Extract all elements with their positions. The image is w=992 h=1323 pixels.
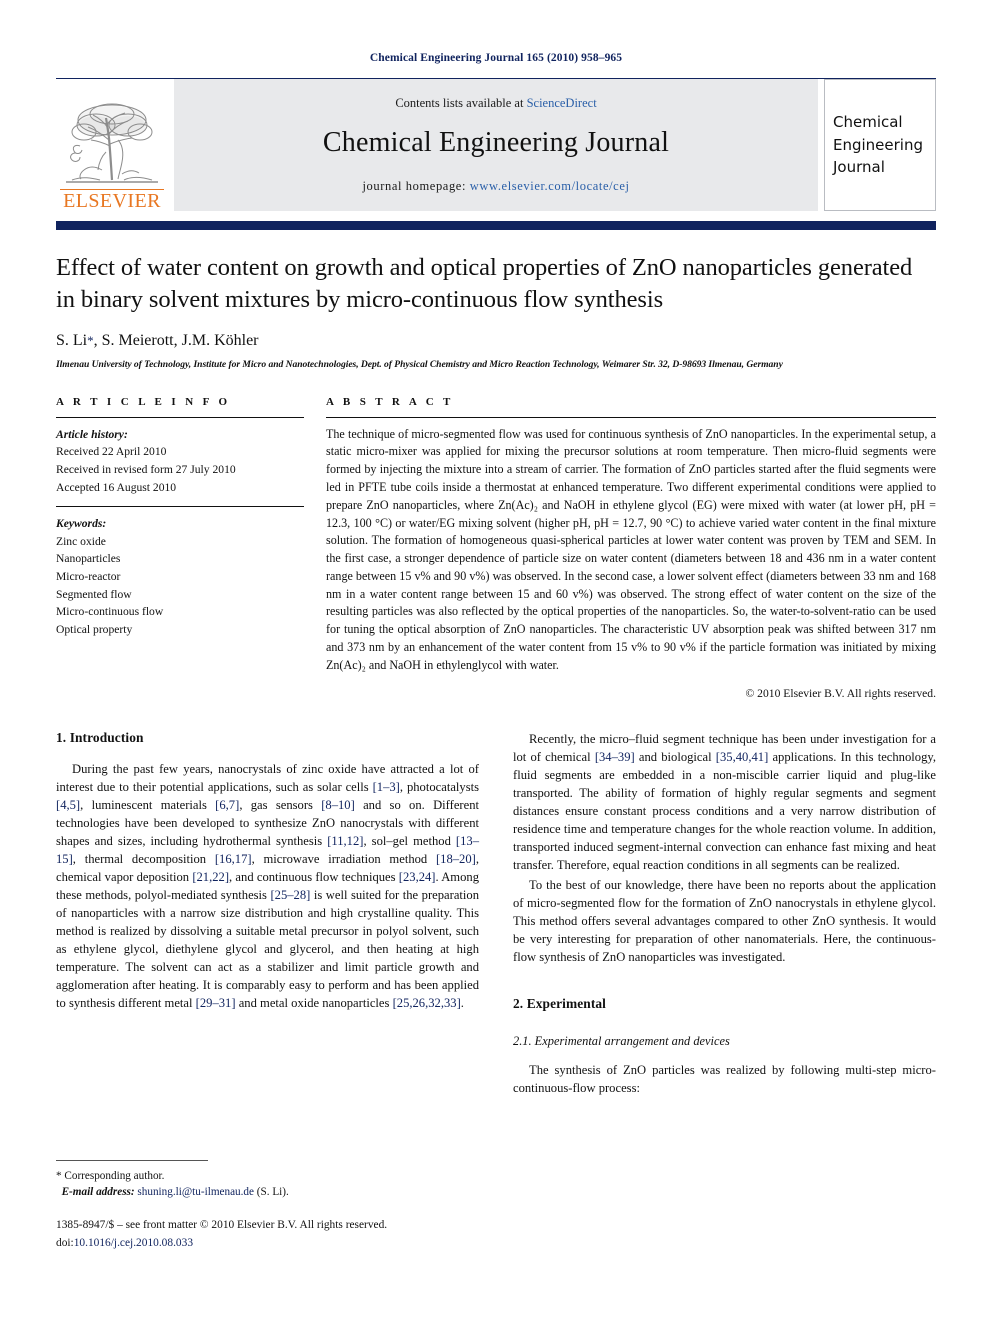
journal-title: Chemical Engineering Journal	[322, 127, 670, 158]
history-revised: Received in revised form 27 July 2010	[56, 462, 236, 476]
history-accepted: Accepted 16 August 2010	[56, 480, 177, 494]
section-heading-introduction: 1. Introduction	[56, 730, 144, 746]
abstract-rule	[326, 416, 936, 418]
keyword-item: Micro-continuous flow	[56, 605, 164, 619]
doi-line: doi:10.1016/j.cej.2010.08.033	[56, 1235, 474, 1252]
keywords-label: Keywords:	[56, 517, 107, 531]
info-and-abstract: A R T I C L E I N F O Article history: R…	[56, 395, 936, 701]
intro-text-h: , microwave irradiation method	[251, 852, 436, 867]
citation-ref[interactable]: [23,24]	[399, 870, 436, 884]
article-info-rule-top	[56, 416, 304, 418]
contents-available-line: Contents lists available at ScienceDirec…	[395, 96, 596, 111]
article-history-label: Article history:	[56, 427, 128, 441]
elsevier-logo: ELSEVIER	[56, 79, 168, 211]
journal-article-page: Chemical Engineering Journal 165 (2010) …	[0, 0, 992, 1323]
citation-ref[interactable]: [6,7]	[215, 798, 239, 812]
body-column-right: Recently, the micro–fluid segment techni…	[513, 730, 936, 1099]
masthead-divider-bar	[56, 221, 936, 230]
intro-text-m: and metal oxide nanoparticles	[235, 996, 393, 1011]
author-primary: S. Li	[56, 331, 88, 349]
corresponding-author-note: * Corresponding author. E-mail address: …	[56, 1168, 474, 1200]
email-suffix: (S. Li).	[254, 1186, 289, 1199]
abstract-copyright: © 2010 Elsevier B.V. All rights reserved…	[745, 687, 936, 701]
doi-link[interactable]: 10.1016/j.cej.2010.08.033	[74, 1237, 193, 1249]
intro-text-g: , thermal decomposition	[72, 852, 215, 867]
keywords-group: Keywords: Zinc oxide Nanoparticles Micro…	[56, 515, 304, 638]
article-info-rule-mid	[56, 506, 304, 508]
citation-ref[interactable]: [35,40,41]	[716, 750, 768, 764]
article-history-group: Article history: Received 22 April 2010 …	[56, 426, 304, 496]
citation-ref[interactable]: [1–3]	[373, 780, 400, 794]
issn-line: 1385-8947/$ – see front matter © 2010 El…	[56, 1219, 388, 1232]
article-info-column: A R T I C L E I N F O Article history: R…	[56, 396, 304, 701]
masthead-center-band: Contents lists available at ScienceDirec…	[174, 79, 818, 211]
intro-text-n: .	[460, 996, 464, 1011]
elsevier-tree-icon	[66, 103, 158, 183]
footnote-area: * Corresponding author. E-mail address: …	[56, 1160, 474, 1252]
journal-homepage-line: journal homepage: www.elsevier.com/locat…	[362, 179, 629, 194]
citation-ref[interactable]: [29–31]	[196, 996, 236, 1010]
intro-text-b: , photocatalysts	[399, 780, 480, 795]
affiliation: Ilmenau University of Technology, Instit…	[56, 358, 783, 370]
intro-text-d: , gas sensors	[239, 798, 322, 813]
cover-line-1: Chemical	[833, 113, 903, 132]
title-block: Effect of water content on growth and op…	[56, 252, 936, 370]
keyword-item: Micro-reactor	[56, 569, 121, 583]
citation-ref[interactable]: [4,5]	[56, 798, 80, 812]
keyword-item: Zinc oxide	[56, 534, 106, 548]
citation-ref[interactable]: [18–20]	[436, 852, 476, 866]
journal-homepage-link[interactable]: www.elsevier.com/locate/cej	[470, 179, 630, 193]
elsevier-wordmark: ELSEVIER	[60, 189, 164, 211]
email-line: E-mail address: shuning.li@tu-ilmenau.de…	[56, 1184, 474, 1200]
citation-ref[interactable]: [21,22]	[192, 870, 229, 884]
cover-line-2: Engineering	[833, 135, 923, 154]
abstract-column: A B S T R A C T The technique of micro-s…	[326, 395, 936, 701]
running-head: Chemical Engineering Journal 165 (2010) …	[369, 52, 623, 64]
journal-cover-thumbnail: Chemical Engineering Journal	[824, 79, 936, 211]
page-title: Effect of water content on growth and op…	[56, 254, 913, 313]
intro2-text-b: and biological	[634, 750, 716, 765]
intro-text-f: , sol–gel method	[363, 834, 456, 849]
experimental-paragraph-1: The synthesis of ZnO particles was reali…	[513, 1063, 936, 1096]
journal-masthead: ELSEVIER Contents lists available at Sci…	[56, 78, 936, 211]
sciencedirect-link[interactable]: ScienceDirect	[527, 96, 597, 110]
introduction-paragraph-3: To the best of our knowledge, there have…	[513, 878, 936, 965]
corresponding-author-text: * Corresponding author.	[56, 1170, 165, 1182]
email-link[interactable]: shuning.li@tu-ilmenau.de	[137, 1186, 254, 1198]
citation-ref[interactable]: [8–10]	[321, 798, 355, 812]
footnote-divider	[56, 1160, 208, 1161]
section-heading-experimental: 2. Experimental	[513, 996, 606, 1012]
keyword-item: Optical property	[56, 622, 133, 636]
citation-ref[interactable]: [16,17]	[215, 852, 252, 866]
subsection-heading-experimental-arrangement: 2.1. Experimental arrangement and device…	[513, 1034, 730, 1049]
cover-line-3: Journal	[833, 158, 885, 177]
intro2-text-c: applications. In this technology, fluid …	[513, 750, 936, 873]
citation-ref[interactable]: [25,26,32,33]	[393, 996, 461, 1010]
abstract-text: The technique of micro-segmented flow wa…	[326, 426, 936, 672]
contents-prefix-text: Contents lists available at	[395, 96, 527, 110]
abstract-heading: A B S T R A C T	[326, 395, 454, 408]
introduction-paragraph-2: Recently, the micro–fluid segment techni…	[513, 730, 936, 874]
authors-remaining: , S. Meierott, J.M. Köhler	[93, 331, 259, 349]
citation-ref[interactable]: [34–39]	[595, 750, 635, 764]
article-info-heading: A R T I C L E I N F O	[56, 395, 231, 408]
email-label: E-mail address:	[61, 1186, 135, 1199]
doi-label: doi:	[56, 1236, 74, 1249]
issn-copyright-block: 1385-8947/$ – see front matter © 2010 El…	[56, 1217, 474, 1251]
introduction-paragraph-1: During the past few years, nanocrystals …	[56, 760, 479, 1012]
homepage-prefix-text: journal homepage:	[362, 179, 467, 193]
author-list: S. Li*, S. Meierott, J.M. Köhler	[56, 332, 936, 350]
intro-text-l: is well suited for the preparation of na…	[56, 888, 479, 1011]
article-body: 1. Introduction During the past few year…	[56, 730, 936, 1099]
intro-text-j: , and continuous flow techniques	[229, 870, 399, 885]
body-column-left: 1. Introduction During the past few year…	[56, 730, 479, 1099]
history-received: Received 22 April 2010	[56, 445, 167, 459]
keyword-item: Nanoparticles	[56, 552, 121, 566]
keyword-item: Segmented flow	[56, 587, 132, 601]
intro-text-c: , luminescent materials	[80, 798, 216, 813]
citation-ref[interactable]: [25–28]	[270, 888, 310, 902]
citation-ref[interactable]: [11,12]	[327, 834, 363, 848]
